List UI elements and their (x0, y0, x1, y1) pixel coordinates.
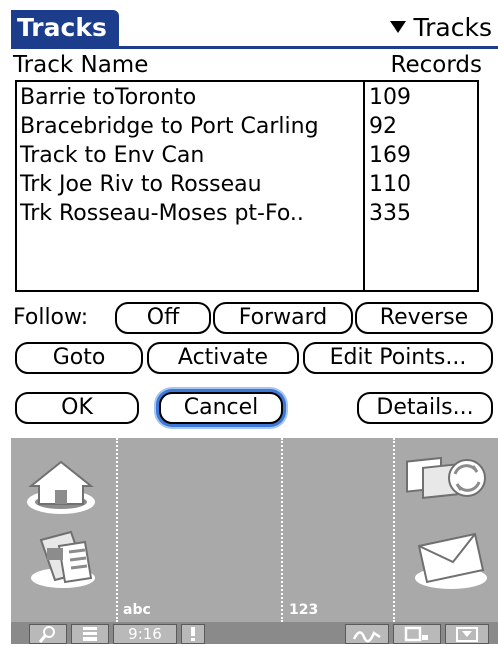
table-row[interactable]: Trk Joe Riv to Rosseau 110 (17, 170, 477, 199)
tracks-screen: Tracks Tracks Track Name Records Barrie … (11, 0, 498, 644)
alert-icon[interactable] (181, 624, 205, 644)
edit-points-button[interactable]: Edit Points... (303, 342, 493, 374)
record-count: 109 (369, 85, 411, 110)
follow-reverse-button[interactable]: Reverse (355, 302, 493, 334)
search-icon[interactable] (29, 624, 67, 644)
graffiti-divider (393, 438, 395, 622)
goto-button[interactable]: Goto (15, 342, 143, 374)
graffiti-area[interactable]: abc 123 (11, 438, 498, 622)
record-count: 110 (369, 172, 411, 197)
title-bar: Tracks Tracks (11, 10, 498, 49)
clock[interactable]: 9:16 (113, 624, 177, 644)
graffiti-icon[interactable] (345, 624, 389, 644)
follow-forward-button[interactable]: Forward (213, 302, 353, 334)
sync-icon[interactable] (403, 452, 489, 512)
mail-icon[interactable] (409, 526, 491, 596)
follow-label: Follow: (13, 305, 89, 330)
graffiti-abc-label: abc (123, 602, 151, 618)
screen-icon[interactable] (393, 624, 441, 644)
graffiti-divider (116, 438, 118, 622)
record-count: 92 (369, 114, 397, 139)
track-name: Bracebridge to Port Carling (20, 114, 319, 139)
table-row[interactable]: Bracebridge to Port Carling 92 (17, 112, 477, 141)
record-count: 335 (369, 201, 411, 226)
tracks-menu-trigger[interactable]: Tracks (389, 10, 492, 46)
table-row[interactable]: Trk Rosseau-Moses pt-Fo.. 335 (17, 199, 477, 228)
ok-button[interactable]: OK (15, 392, 139, 424)
input-icon[interactable] (445, 624, 489, 644)
triangle-down-icon (389, 21, 406, 33)
tracks-list[interactable]: Barrie toToronto 109 Bracebridge to Port… (15, 80, 479, 292)
track-name: Track to Env Can (20, 143, 205, 168)
cancel-button[interactable]: Cancel (159, 392, 283, 424)
follow-off-button[interactable]: Off (115, 302, 211, 334)
track-name: Barrie toToronto (20, 85, 197, 110)
column-header-records: Records (390, 52, 482, 78)
status-bar: 9:16 (11, 622, 498, 644)
window-title: Tracks (11, 10, 119, 46)
menu-trigger-label: Tracks (413, 13, 492, 42)
details-button[interactable]: Details... (357, 392, 493, 424)
activate-button[interactable]: Activate (147, 342, 299, 374)
track-name: Trk Rosseau-Moses pt-Fo.. (20, 201, 304, 226)
track-name: Trk Joe Riv to Rosseau (20, 172, 262, 197)
calculator-icon[interactable] (25, 528, 101, 596)
graffiti-123-label: 123 (289, 602, 319, 618)
graffiti-divider (281, 438, 283, 622)
table-row[interactable]: Barrie toToronto 109 (17, 83, 477, 112)
home-icon[interactable] (23, 456, 103, 522)
column-header-track-name: Track Name (13, 52, 149, 78)
menu-icon[interactable] (71, 624, 109, 644)
record-count: 169 (369, 143, 411, 168)
table-row[interactable]: Track to Env Can 169 (17, 141, 477, 170)
